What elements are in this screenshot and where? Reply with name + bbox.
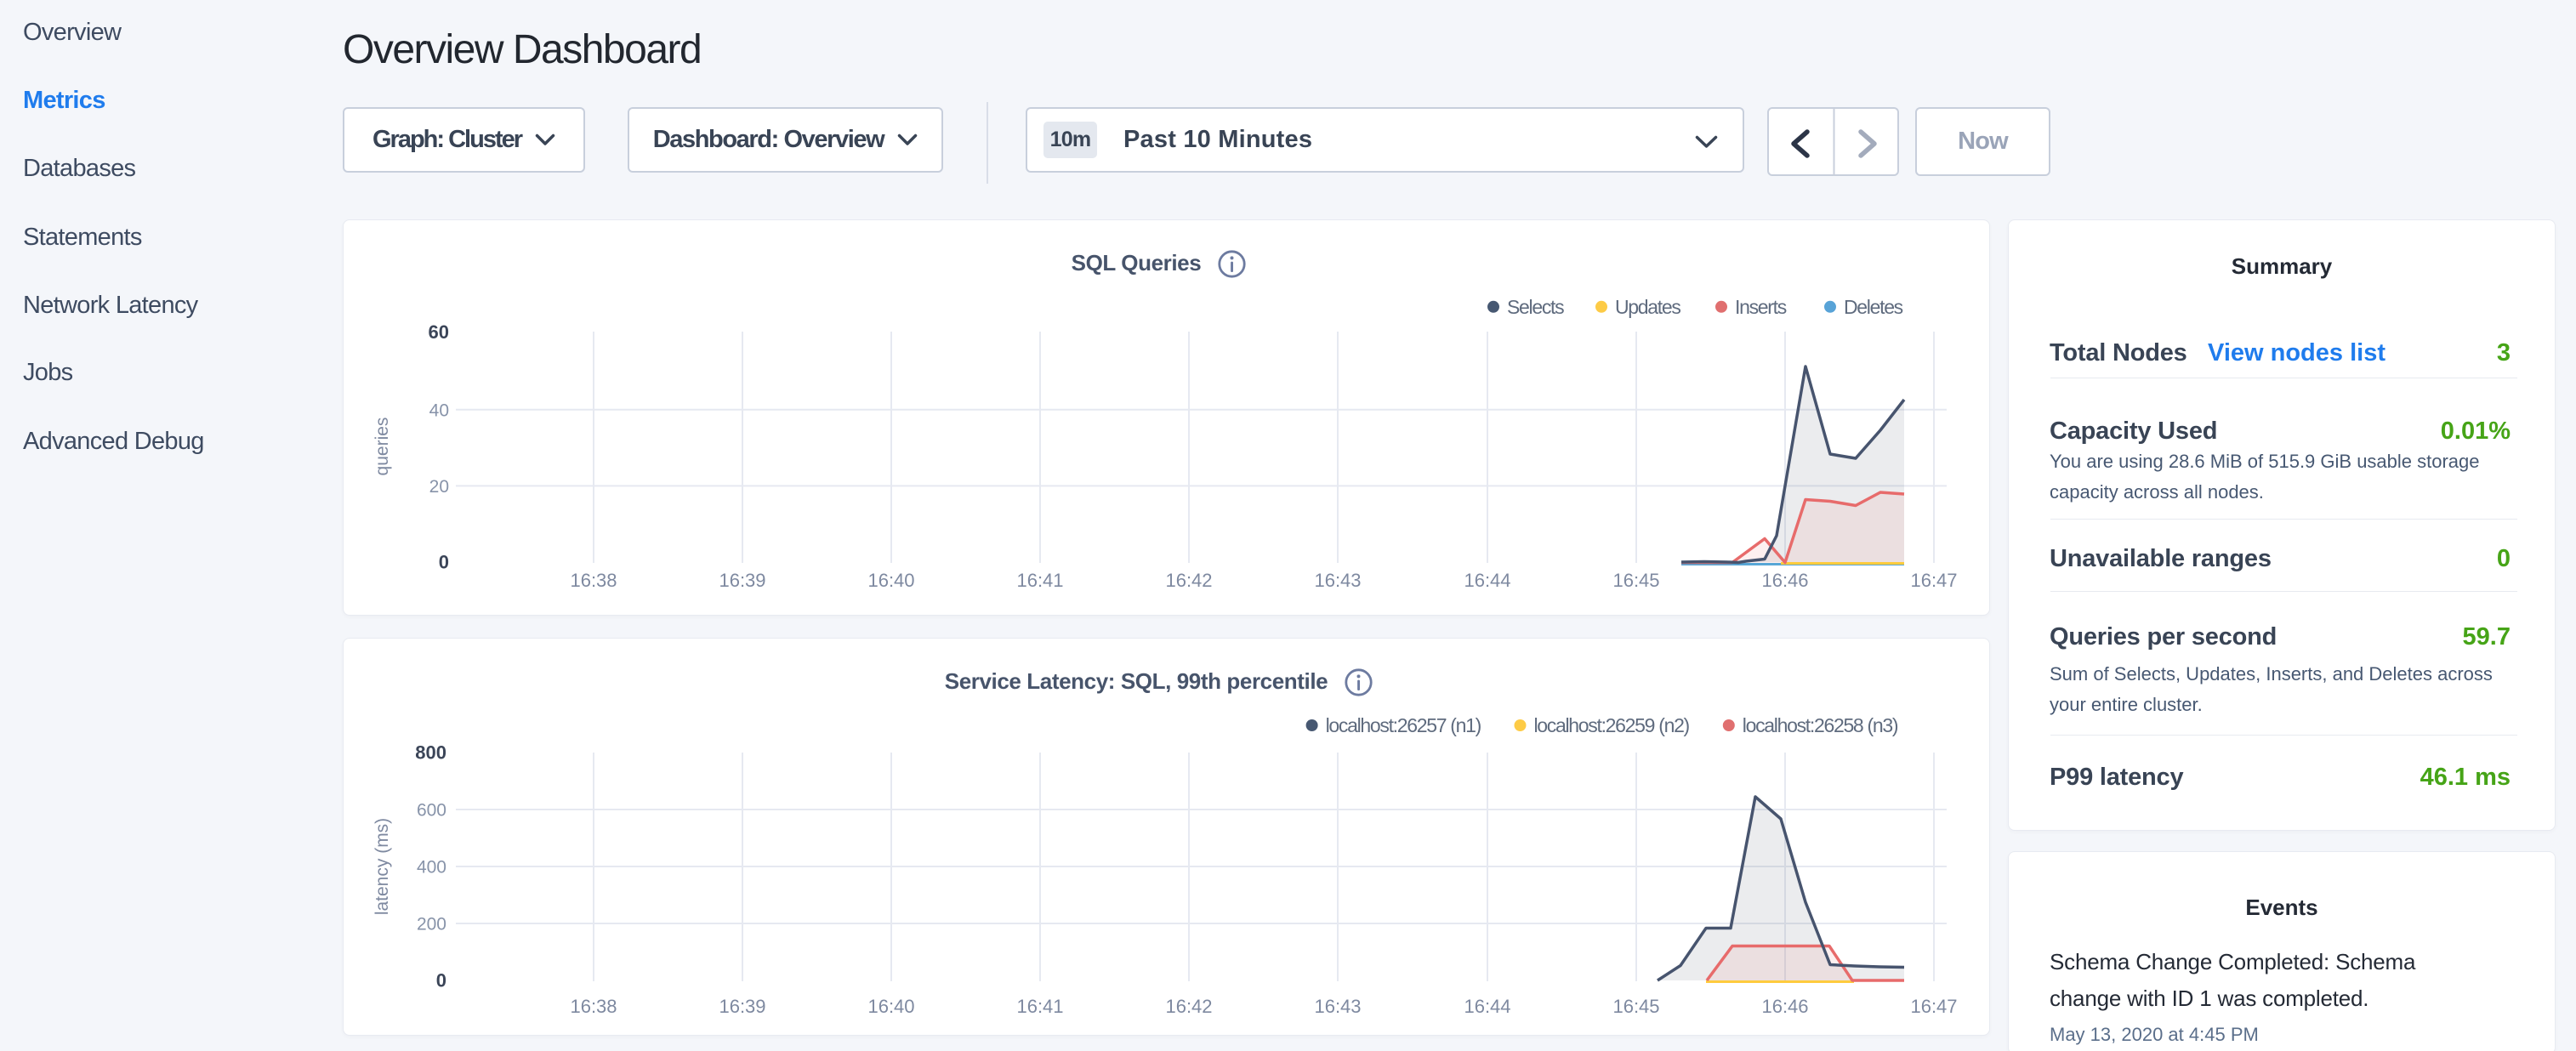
svg-text:600: 600 — [417, 801, 446, 821]
svg-text:16:39: 16:39 — [719, 570, 765, 591]
svg-text:16:47: 16:47 — [1910, 996, 1957, 1017]
svg-text:localhost:26258 (n3): localhost:26258 (n3) — [1743, 714, 1898, 736]
svg-text:Updates: Updates — [1615, 296, 1680, 318]
svg-text:20: 20 — [429, 477, 449, 497]
svg-text:Selects: Selects — [1507, 296, 1564, 318]
svg-text:0: 0 — [436, 970, 446, 991]
svg-text:16:40: 16:40 — [867, 996, 914, 1017]
svg-text:200: 200 — [417, 915, 446, 935]
svg-text:16:45: 16:45 — [1612, 996, 1659, 1017]
svg-text:16:46: 16:46 — [1761, 570, 1808, 591]
svg-text:16:41: 16:41 — [1016, 570, 1063, 591]
svg-text:16:46: 16:46 — [1761, 996, 1808, 1017]
svg-text:800: 800 — [415, 742, 446, 764]
svg-text:latency (ms): latency (ms) — [372, 818, 392, 915]
svg-text:localhost:26259 (n2): localhost:26259 (n2) — [1534, 714, 1690, 736]
svg-text:16:44: 16:44 — [1464, 570, 1510, 591]
svg-text:16:40: 16:40 — [867, 570, 914, 591]
svg-text:16:42: 16:42 — [1165, 570, 1212, 591]
svg-text:16:41: 16:41 — [1016, 996, 1063, 1017]
svg-text:Deletes: Deletes — [1844, 296, 1903, 318]
svg-text:16:44: 16:44 — [1464, 996, 1510, 1017]
svg-text:16:43: 16:43 — [1314, 570, 1361, 591]
svg-text:16:47: 16:47 — [1910, 570, 1957, 591]
svg-text:16:38: 16:38 — [570, 996, 617, 1017]
svg-text:16:43: 16:43 — [1314, 996, 1361, 1017]
svg-text:16:39: 16:39 — [719, 996, 765, 1017]
svg-text:400: 400 — [417, 858, 446, 878]
svg-text:0: 0 — [439, 552, 449, 573]
svg-text:localhost:26257 (n1): localhost:26257 (n1) — [1326, 714, 1481, 736]
svg-text:16:45: 16:45 — [1612, 570, 1659, 591]
svg-text:60: 60 — [429, 321, 449, 343]
svg-text:40: 40 — [429, 401, 449, 420]
svg-text:queries: queries — [372, 418, 392, 476]
svg-text:16:42: 16:42 — [1165, 996, 1212, 1017]
svg-text:Inserts: Inserts — [1735, 296, 1787, 318]
svg-text:16:38: 16:38 — [570, 570, 617, 591]
